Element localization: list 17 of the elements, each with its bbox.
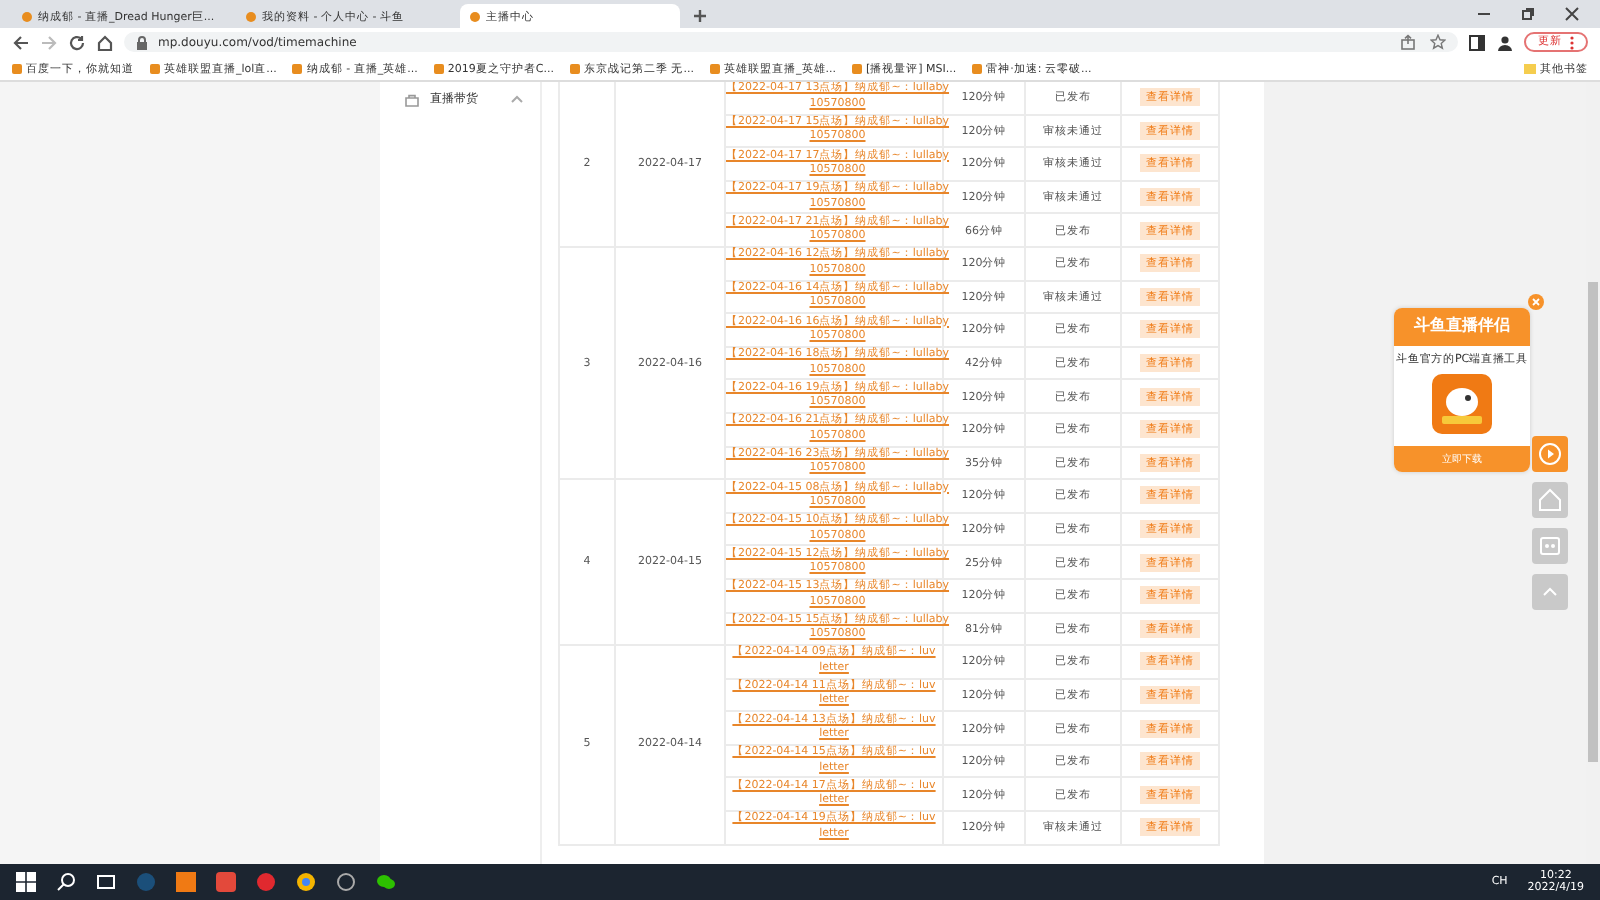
profile-icon[interactable] bbox=[1496, 33, 1514, 51]
promo-title: 斗鱼直播伴侣 bbox=[1394, 308, 1530, 346]
home-icon[interactable] bbox=[96, 33, 114, 51]
briefcase-icon bbox=[404, 91, 420, 107]
share-icon[interactable] bbox=[1400, 34, 1416, 50]
app-icon[interactable] bbox=[336, 872, 356, 892]
star-icon[interactable] bbox=[1430, 34, 1446, 50]
search-icon[interactable] bbox=[56, 872, 76, 892]
back-icon[interactable] bbox=[12, 33, 30, 51]
app-logo-icon bbox=[1432, 374, 1492, 434]
task-view-icon[interactable] bbox=[96, 872, 116, 892]
lock-icon bbox=[136, 35, 148, 49]
start-icon[interactable] bbox=[16, 872, 36, 892]
close-icon[interactable] bbox=[1564, 6, 1580, 22]
restore-icon[interactable] bbox=[1520, 6, 1536, 22]
sidebar-icon[interactable] bbox=[1468, 33, 1486, 51]
reload-icon[interactable] bbox=[68, 33, 86, 51]
